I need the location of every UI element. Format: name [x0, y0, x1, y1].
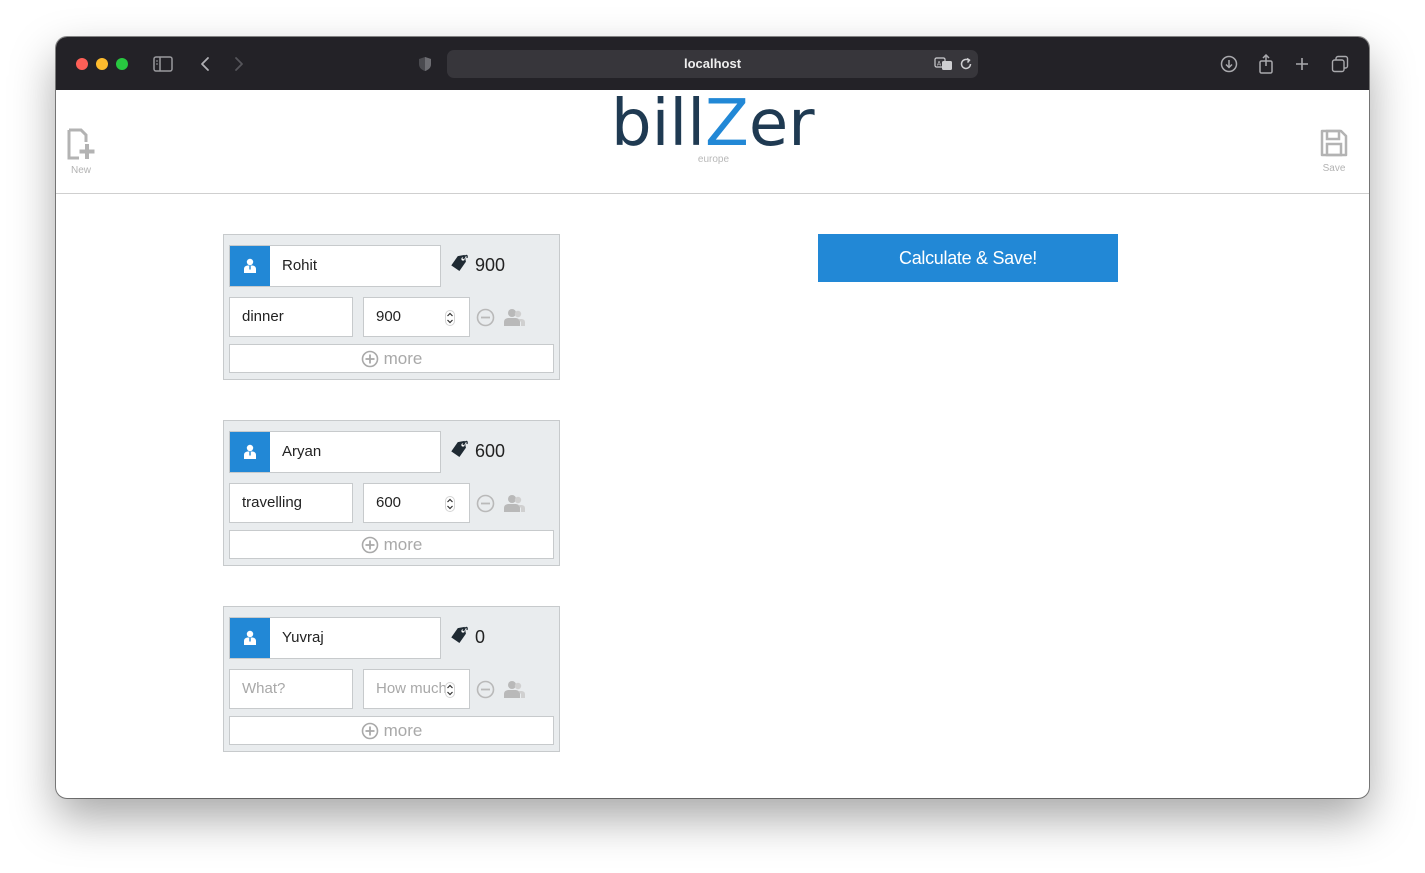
person-icon — [230, 246, 270, 286]
floppy-disk-icon — [1319, 129, 1349, 162]
translate-icon[interactable]: A — [933, 53, 955, 75]
users-icon[interactable] — [504, 494, 526, 518]
more-label: more — [383, 534, 423, 554]
url-text: localhost — [683, 56, 742, 71]
logo-text: billZer — [611, 87, 815, 161]
expense-amount-input[interactable]: 900 — [363, 297, 470, 337]
person-total: 900 — [451, 245, 505, 285]
plus-circle-icon — [361, 722, 378, 739]
person-name: Yuvraj — [282, 629, 324, 646]
back-icon[interactable] — [194, 53, 216, 75]
person-card-yuvraj: Yuvraj 0 What? How much? more — [223, 606, 560, 752]
person-total: 600 — [451, 431, 505, 471]
new-button[interactable]: New — [56, 128, 106, 176]
person-total-value: 600 — [475, 440, 506, 461]
add-expense-button[interactable]: more — [229, 344, 554, 373]
person-name: Aryan — [282, 443, 322, 460]
new-label: New — [70, 165, 91, 176]
downloads-icon[interactable] — [1218, 53, 1240, 75]
browser-titlebar: localhost A — [56, 37, 1369, 90]
add-expense-button[interactable]: more — [229, 716, 554, 745]
save-label: Save — [1322, 163, 1346, 174]
forward-icon[interactable] — [228, 53, 250, 75]
stepper-icon[interactable] — [445, 682, 455, 698]
minus-circle-icon[interactable] — [476, 494, 495, 518]
expense-amount-input[interactable]: 600 — [363, 483, 470, 523]
expense-what-input[interactable]: dinner — [229, 297, 353, 337]
save-button[interactable]: Save — [1309, 128, 1359, 174]
person-icon — [230, 618, 270, 658]
stepper-icon[interactable] — [445, 496, 455, 512]
users-icon[interactable] — [504, 680, 526, 704]
tab-overview-icon[interactable] — [1329, 53, 1351, 75]
more-label: more — [383, 348, 423, 368]
price-tag-icon — [451, 439, 469, 464]
minus-circle-icon[interactable] — [476, 680, 495, 704]
stepper-icon[interactable] — [445, 310, 455, 326]
new-document-icon — [65, 128, 97, 164]
person-total-value: 900 — [475, 254, 506, 275]
add-expense-button[interactable]: more — [229, 530, 554, 559]
more-label: more — [383, 720, 423, 740]
share-icon[interactable] — [1255, 53, 1277, 75]
address-bar[interactable]: localhost A — [447, 50, 978, 78]
zoom-window-button[interactable] — [116, 58, 128, 70]
minimize-window-button[interactable] — [96, 58, 108, 70]
person-total-value: 0 — [475, 626, 486, 647]
price-tag-icon — [451, 625, 469, 650]
close-window-button[interactable] — [76, 58, 88, 70]
minus-circle-icon[interactable] — [476, 308, 495, 332]
person-icon — [230, 432, 270, 472]
price-tag-icon — [451, 253, 469, 278]
logo-subtitle: europe — [697, 154, 730, 165]
person-name-field[interactable]: Aryan — [229, 431, 441, 473]
expense-what-input[interactable]: travelling — [229, 483, 353, 523]
person-name-field[interactable]: Yuvraj — [229, 617, 441, 659]
calculate-save-button[interactable]: Calculate & Save! — [818, 234, 1118, 282]
plus-circle-icon — [361, 536, 378, 553]
person-name: Rohit — [282, 257, 318, 274]
plus-circle-icon — [361, 350, 378, 367]
person-name-field[interactable]: Rohit — [229, 245, 441, 287]
expense-amount-input[interactable]: How much? — [363, 669, 470, 709]
users-icon[interactable] — [504, 308, 526, 332]
billzer-logo: billZer europe — [611, 92, 816, 167]
privacy-shield-icon[interactable] — [414, 53, 436, 75]
person-card-aryan: Aryan 600 travelling 600 more — [223, 420, 560, 566]
expense-what-input[interactable]: What? — [229, 669, 353, 709]
app-header: New billZer europe Save — [56, 90, 1369, 194]
new-tab-icon[interactable] — [1291, 53, 1313, 75]
sidebar-toggle-icon[interactable] — [152, 53, 174, 75]
person-card-rohit: Rohit 900 dinner 900 more — [223, 234, 560, 380]
browser-window: localhost A New billZer europe Save Rohi… — [56, 37, 1369, 798]
person-total: 0 — [451, 617, 485, 657]
reload-icon[interactable] — [955, 53, 977, 75]
